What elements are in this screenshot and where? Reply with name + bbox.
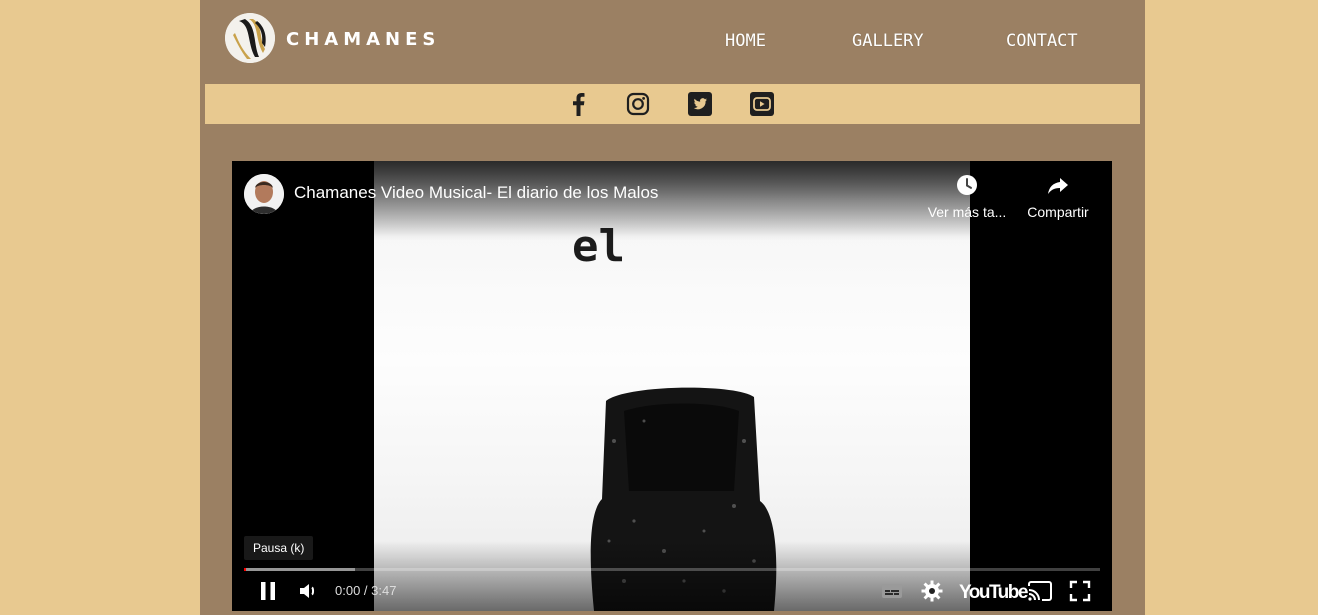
pause-icon [261,582,275,600]
watch-later-label: Ver más ta... [927,204,1007,220]
subtitles-button[interactable] [880,579,904,608]
settings-button[interactable] [920,579,944,608]
watch-later-button[interactable]: Ver más ta... [927,173,1007,220]
progress-bar[interactable] [244,568,1100,571]
video-player[interactable]: el Chamanes Video Musical- El diario de … [232,161,1112,611]
subtitles-icon [882,584,902,598]
volume-button[interactable] [296,579,320,608]
share-label: Compartir [1027,204,1089,220]
progress-loaded [244,568,355,571]
nav-gallery[interactable]: GALLERY [852,31,924,51]
youtube-logo-button[interactable]: YouTube [959,582,1028,604]
time-current: 0:00 [335,583,361,598]
logo-text[interactable]: CHAMANES [286,29,440,50]
cast-icon [1028,581,1052,601]
social-bar [205,84,1140,124]
nav-contact[interactable]: CONTACT [1006,31,1078,51]
nav-home[interactable]: HOME [725,31,766,51]
channel-avatar[interactable] [244,174,284,214]
pause-button[interactable] [256,579,280,608]
gear-icon [921,580,943,602]
page-container: CHAMANES HOME GALLERY CONTACT el Chamane… [200,0,1145,615]
time-separator: / [360,583,372,598]
youtube-icon[interactable] [750,92,774,116]
share-button[interactable]: Compartir [1025,173,1091,220]
instagram-icon[interactable] [626,92,650,116]
pause-tooltip: Pausa (k) [244,536,314,560]
clock-icon [957,175,977,195]
progress-played [244,568,246,571]
time-total: 3:47 [371,583,397,598]
logo-image[interactable] [225,13,275,63]
site-header: CHAMANES HOME GALLERY CONTACT [200,0,1145,84]
logo-emblem-icon [225,13,275,63]
cast-button[interactable] [1027,579,1053,608]
volume-icon [300,584,315,598]
facebook-icon[interactable] [567,92,591,116]
fullscreen-button[interactable] [1068,579,1092,608]
fullscreen-icon [1069,580,1091,602]
share-arrow-icon [1048,178,1068,194]
twitter-icon[interactable] [688,92,712,116]
video-title[interactable]: Chamanes Video Musical- El diario de los… [294,183,658,203]
time-display: 0:00 / 3:47 [335,583,396,598]
